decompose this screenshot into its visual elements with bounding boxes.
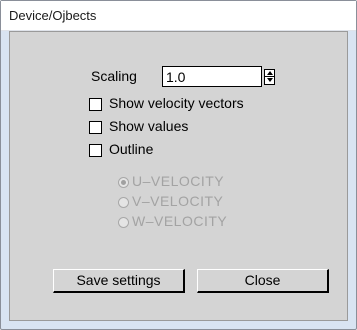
show-values-checkbox[interactable]	[89, 121, 102, 134]
u-velocity-label: U–VELOCITY	[132, 173, 225, 189]
scaling-spinner[interactable]	[264, 69, 275, 85]
window-title: Device/Ojbects	[9, 8, 97, 23]
v-velocity-radio	[118, 197, 129, 208]
spinner-divider	[265, 76, 274, 77]
show-velocity-vectors-label[interactable]: Show velocity vectors	[109, 95, 244, 111]
v-velocity-label: V–VELOCITY	[132, 193, 224, 209]
w-velocity-label: W–VELOCITY	[132, 213, 228, 229]
outline-label[interactable]: Outline	[109, 141, 153, 157]
scaling-input[interactable]: 1.0	[162, 66, 262, 87]
close-button[interactable]: Close	[197, 269, 329, 293]
title-bar[interactable]: Device/Ojbects	[1, 1, 356, 31]
spinner-up-icon[interactable]	[267, 71, 273, 75]
save-settings-button[interactable]: Save settings	[53, 269, 185, 293]
spinner-down-icon[interactable]	[267, 78, 273, 82]
device-objects-window: Device/Ojbects Scaling 1.0 Show velocity…	[0, 0, 357, 330]
show-velocity-vectors-checkbox[interactable]	[89, 98, 102, 111]
scaling-label: Scaling	[91, 68, 137, 84]
show-values-label[interactable]: Show values	[109, 118, 188, 134]
w-velocity-radio	[118, 217, 129, 228]
outline-checkbox[interactable]	[89, 144, 102, 157]
dialog-content-panel: Scaling 1.0 Show velocity vectors Show v…	[9, 31, 348, 321]
u-velocity-radio	[118, 177, 129, 188]
